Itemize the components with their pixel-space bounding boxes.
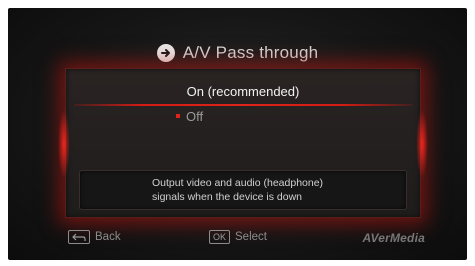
option-off[interactable]: Off bbox=[176, 107, 203, 125]
option-off-label: Off bbox=[186, 108, 204, 124]
page-title: A/V Pass through bbox=[182, 43, 319, 62]
back-arrow-key-icon bbox=[68, 230, 90, 244]
description-box: Output video and audio (headphone) signa… bbox=[79, 170, 407, 210]
back-button[interactable]: Back bbox=[68, 230, 121, 244]
select-label: Select bbox=[235, 231, 267, 243]
title-bar: A/V Pass through bbox=[8, 40, 467, 66]
select-button[interactable]: OK Select bbox=[209, 230, 267, 244]
panel-glow-left bbox=[58, 109, 70, 179]
panel-glow-right bbox=[416, 109, 428, 179]
bullet-icon bbox=[176, 114, 180, 118]
ok-key-icon: OK bbox=[209, 230, 231, 244]
selection-highlight-line bbox=[74, 104, 412, 106]
arrow-circle-icon bbox=[156, 44, 175, 62]
option-on-recommended[interactable]: On (recommended) bbox=[66, 81, 420, 103]
description-line-2: signals when the device is down bbox=[152, 191, 303, 203]
footer-hints: Back OK Select AVerMedia bbox=[8, 230, 467, 248]
back-label: Back bbox=[95, 231, 121, 243]
brand-logo: AVerMedia bbox=[362, 231, 425, 245]
options-panel: On (recommended) Off Output video and au… bbox=[58, 68, 428, 218]
description-line-1: Output video and audio (headphone) bbox=[152, 177, 324, 189]
tv-settings-screen: A/V Pass through On (recommended) Off Ou… bbox=[8, 8, 467, 260]
